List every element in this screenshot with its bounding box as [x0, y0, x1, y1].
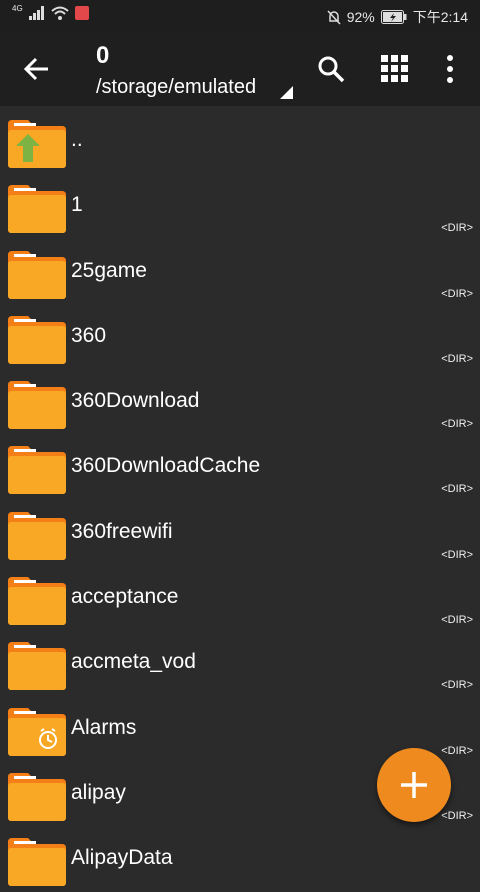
back-arrow-icon [23, 57, 48, 81]
file-name: 1 [71, 193, 83, 217]
file-name: accmeta_vod [71, 650, 196, 674]
folder-title: 0 [96, 42, 110, 69]
dir-badge: <DIR> [441, 222, 473, 235]
add-fab-button[interactable] [377, 748, 451, 822]
dir-badge: <DIR> [441, 287, 473, 300]
file-row[interactable]: 1 <DIR> [0, 173, 480, 238]
file-name: Alarms [71, 715, 137, 739]
dir-badge: <DIR> [441, 352, 473, 365]
file-name: alipay [71, 780, 126, 804]
grid-icon [381, 55, 408, 82]
folder-icon [8, 642, 66, 691]
folder-icon [8, 185, 66, 234]
app-toolbar: 0 /storage/emulated [0, 32, 480, 106]
path-dropdown[interactable]: /storage/emulated [96, 76, 256, 99]
more-options-button[interactable] [440, 54, 460, 84]
file-row[interactable]: 360 <DIR> [0, 304, 480, 369]
network-type: 4G [12, 3, 23, 13]
folder-icon [8, 772, 66, 821]
more-vertical-icon [447, 55, 453, 83]
folder-icon [8, 838, 66, 887]
file-name: acceptance [71, 585, 179, 609]
status-right: 92% 下午2:14 [327, 7, 468, 27]
status-bar: 4G 92% 下午2:14 [0, 0, 480, 32]
file-name: .. [71, 128, 83, 151]
folder-icon [8, 250, 66, 299]
notification-app-icon [74, 6, 89, 20]
dir-badge: <DIR> [441, 418, 473, 431]
dir-badge: <DIR> [441, 548, 473, 561]
file-name: AlipayData [71, 846, 173, 870]
file-row[interactable]: 360freewifi <DIR> [0, 500, 480, 565]
dir-badge: <DIR> [441, 809, 473, 822]
file-name: 25game [71, 258, 147, 282]
clock: 下午2:14 [412, 9, 468, 25]
signal-icon [28, 6, 44, 20]
parent-folder-icon [8, 120, 66, 168]
dir-badge: <DIR> [441, 483, 473, 496]
back-button[interactable] [22, 54, 52, 84]
folder-icon [8, 381, 66, 430]
dir-badge: <DIR> [441, 744, 473, 757]
file-row[interactable]: 360DownloadCache <DIR> [0, 434, 480, 499]
file-name: 360freewifi [71, 519, 173, 543]
file-name: 360Download [71, 389, 200, 413]
file-row[interactable]: .. [0, 108, 480, 173]
dir-badge: <DIR> [441, 679, 473, 692]
battery-icon [380, 10, 407, 24]
folder-icon [8, 511, 66, 560]
folder-icon [8, 446, 66, 495]
dir-badge: <DIR> [441, 614, 473, 627]
search-button[interactable] [316, 54, 346, 84]
battery-percent: 92% [346, 9, 375, 25]
alarm-folder-icon [8, 707, 66, 756]
file-row[interactable]: acceptance <DIR> [0, 565, 480, 630]
plus-icon [401, 772, 427, 798]
search-icon [318, 56, 345, 83]
file-row[interactable]: AlipayData [0, 826, 480, 891]
dropdown-caret-icon[interactable] [280, 86, 293, 99]
grid-view-button[interactable] [380, 54, 410, 84]
mute-bell-icon [327, 9, 341, 25]
file-row[interactable]: 25game <DIR> [0, 239, 480, 304]
file-row[interactable]: 360Download <DIR> [0, 369, 480, 434]
file-row[interactable]: accmeta_vod <DIR> [0, 630, 480, 695]
file-name: 360 [71, 323, 107, 347]
status-left: 4G [12, 3, 89, 20]
folder-icon [8, 315, 66, 364]
folder-icon [8, 577, 66, 626]
file-name: 360DownloadCache [71, 454, 261, 478]
wifi-icon [51, 6, 69, 20]
